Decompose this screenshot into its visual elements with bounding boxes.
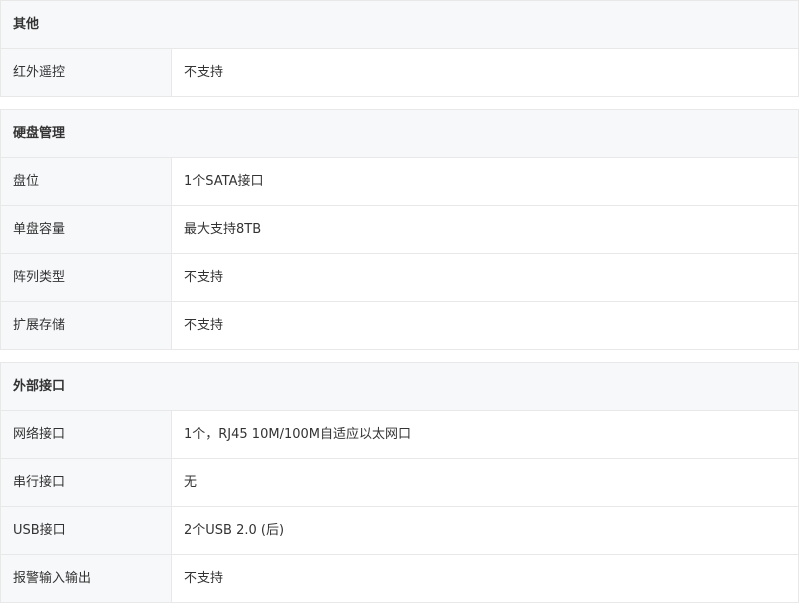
spec-row: 红外遥控 不支持	[1, 49, 798, 96]
spec-value: 2个USB 2.0 (后)	[172, 507, 798, 554]
spec-value: 不支持	[172, 302, 798, 349]
section-external-interfaces: 外部接口 网络接口 1个，RJ45 10M/100M自适应以太网口 串行接口 无…	[0, 362, 799, 603]
section-title: 硬盘管理	[1, 110, 798, 158]
spec-table: 其他 红外遥控 不支持 硬盘管理 盘位 1个SATA接口 单盘容量 最大支持8T…	[0, 0, 799, 603]
section-disk-management: 硬盘管理 盘位 1个SATA接口 单盘容量 最大支持8TB 阵列类型 不支持 扩…	[0, 109, 799, 350]
section-title: 其他	[1, 1, 798, 49]
spec-value: 不支持	[172, 49, 798, 96]
spec-row: 单盘容量 最大支持8TB	[1, 206, 798, 254]
spec-row: 盘位 1个SATA接口	[1, 158, 798, 206]
spec-row: 阵列类型 不支持	[1, 254, 798, 302]
spec-row: 串行接口 无	[1, 459, 798, 507]
spec-value: 不支持	[172, 555, 798, 602]
spec-value: 1个SATA接口	[172, 158, 798, 205]
section-title: 外部接口	[1, 363, 798, 411]
spec-label: 阵列类型	[1, 254, 172, 301]
spec-value: 最大支持8TB	[172, 206, 798, 253]
spec-label: 红外遥控	[1, 49, 172, 96]
spec-label: 串行接口	[1, 459, 172, 506]
spec-row: 报警输入输出 不支持	[1, 555, 798, 602]
spec-label: 单盘容量	[1, 206, 172, 253]
spec-row: 扩展存储 不支持	[1, 302, 798, 349]
spec-label: 报警输入输出	[1, 555, 172, 602]
section-other: 其他 红外遥控 不支持	[0, 0, 799, 97]
spec-value: 不支持	[172, 254, 798, 301]
spec-row: USB接口 2个USB 2.0 (后)	[1, 507, 798, 555]
spec-value: 1个，RJ45 10M/100M自适应以太网口	[172, 411, 798, 458]
spec-row: 网络接口 1个，RJ45 10M/100M自适应以太网口	[1, 411, 798, 459]
spec-label: 盘位	[1, 158, 172, 205]
spec-label: 扩展存储	[1, 302, 172, 349]
spec-value: 无	[172, 459, 798, 506]
spec-label: USB接口	[1, 507, 172, 554]
spec-label: 网络接口	[1, 411, 172, 458]
